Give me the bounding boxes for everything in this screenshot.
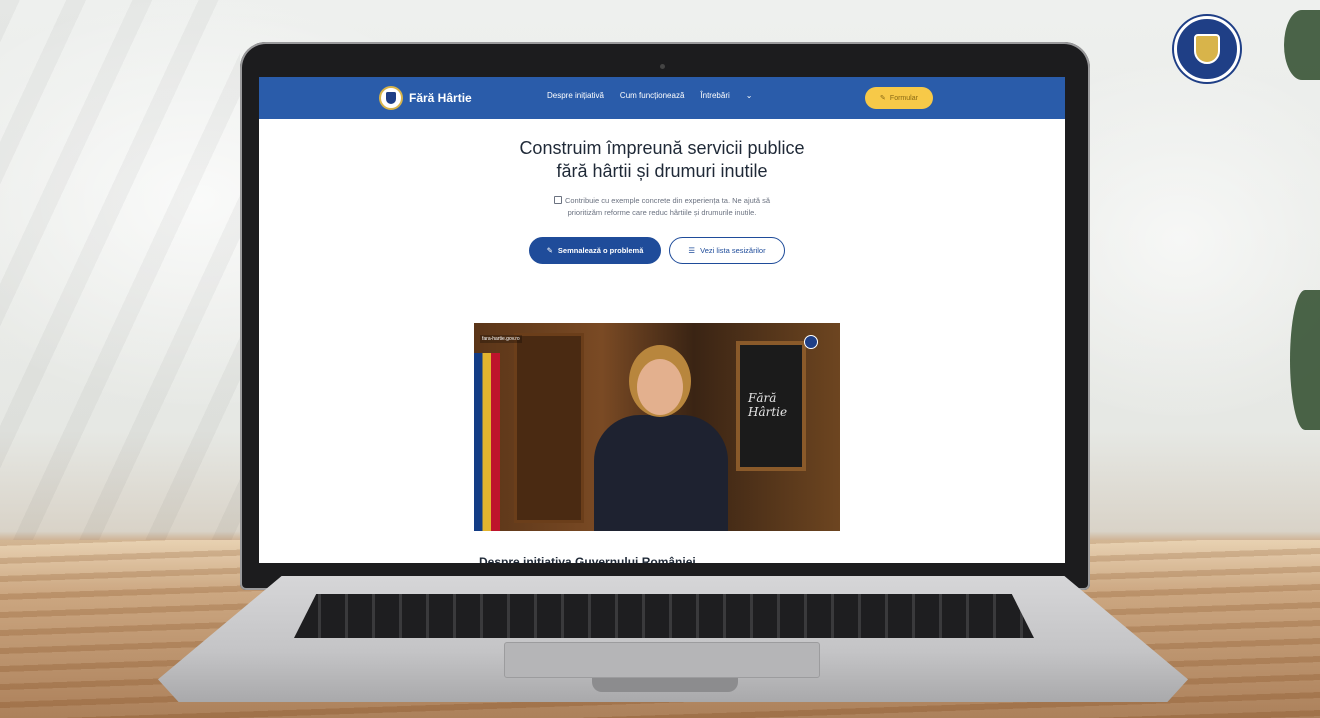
- hero-title: Construim împreună servicii publice fără…: [519, 138, 805, 181]
- brand-logo-icon: [379, 86, 403, 110]
- government-logo: [1174, 16, 1240, 82]
- nav-item-how-it-works[interactable]: Cum funcționează: [620, 91, 684, 100]
- door: [514, 333, 584, 523]
- trackpad: [504, 642, 820, 678]
- romanian-flag: [474, 353, 500, 531]
- brand-name: Fără Hârtie: [409, 91, 472, 105]
- speaker-head: [637, 359, 683, 415]
- laptop-screen: Fără Hârtie Despre inițiativă Cum funcți…: [259, 77, 1065, 563]
- edit-icon: ✎: [546, 246, 553, 255]
- list-icon: ☰: [688, 246, 696, 255]
- video-url-overlay: fara-hartie.gov.ro: [480, 335, 522, 343]
- hero-subtitle: Contribuie cu exemple concrete din exper…: [499, 195, 825, 219]
- gov-badge-icon: [804, 335, 818, 349]
- form-button[interactable]: ✎ Formular: [865, 87, 933, 109]
- chalkboard: Fără Hârtie: [736, 341, 806, 471]
- video-player[interactable]: Fără Hârtie fara-hartie.gov.ro: [474, 323, 840, 531]
- calendar-icon: [553, 196, 562, 204]
- nav-item-about[interactable]: Despre inițiativă: [547, 91, 604, 100]
- crest-icon: [1194, 34, 1220, 64]
- laptop-notch: [592, 678, 738, 692]
- main-nav: Despre inițiativă Cum funcționează Între…: [547, 91, 752, 100]
- view-reports-button[interactable]: ☰ Vezi lista sesizărilor: [669, 237, 785, 264]
- plant-leaf: [1290, 290, 1320, 430]
- speaker-body: [594, 415, 728, 531]
- plant-leaf: [1284, 10, 1320, 80]
- keyboard: [294, 594, 1034, 638]
- camera-icon: [660, 64, 665, 69]
- nav-item-questions[interactable]: Întrebări: [700, 91, 729, 100]
- form-button-label: Formular: [889, 94, 918, 102]
- about-heading: Despre inițiativa Guvernului României: [479, 555, 696, 563]
- site-header: Fără Hârtie Despre inițiativă Cum funcți…: [259, 77, 1065, 119]
- window-shadow: [0, 0, 240, 560]
- report-problem-button[interactable]: ✎ Semnalează o problemă: [529, 237, 661, 264]
- chevron-down-icon[interactable]: ⌄: [746, 91, 753, 100]
- brand[interactable]: Fără Hârtie: [379, 86, 472, 110]
- edit-icon: ✎: [880, 95, 886, 102]
